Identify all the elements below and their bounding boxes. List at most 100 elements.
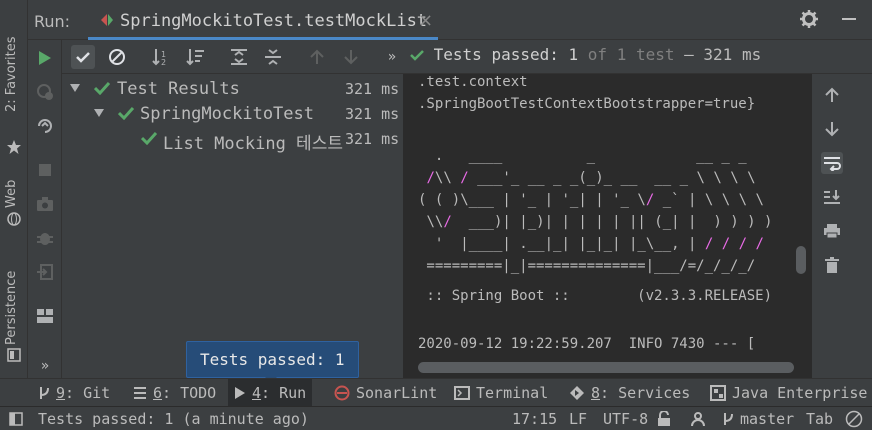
tool-window-bar: 9: Git 6: TODO 4: Run SonarLint Terminal… bbox=[0, 378, 872, 407]
console-horizontal-scrollbar[interactable] bbox=[418, 362, 794, 373]
console-line: ' |____| .__|_| |_|_| |_\__, | / / / / bbox=[434, 236, 764, 252]
svg-text:2: 2 bbox=[161, 58, 166, 66]
console-output[interactable]: .test.context .SpringBootTestContextBoot… bbox=[404, 74, 812, 378]
sort-by-duration-icon[interactable] bbox=[183, 45, 207, 69]
expand-all-icon[interactable] bbox=[227, 45, 251, 69]
indent-setting[interactable]: Tab bbox=[806, 410, 833, 428]
inspector-icon[interactable] bbox=[690, 411, 706, 427]
services-icon bbox=[569, 385, 585, 401]
console-line: .SpringBootTestContextBootstrapper=true} bbox=[418, 96, 756, 112]
rerun-failed-icon bbox=[35, 82, 55, 102]
java-enterprise-tool-button[interactable]: Java Enterprise bbox=[704, 379, 872, 407]
star-icon bbox=[7, 140, 21, 154]
run-tool-button[interactable]: 4: Run bbox=[228, 379, 313, 407]
favorites-tab[interactable]: 2: Favorites bbox=[4, 36, 19, 112]
web-tab[interactable]: Web bbox=[4, 180, 19, 208]
tests-passed-tooltip: Tests passed: 1 bbox=[186, 341, 359, 378]
layout-icon[interactable] bbox=[35, 306, 55, 326]
run-header: Run: SpringMockitoTest.testMockList × bbox=[28, 0, 872, 40]
next-failed-icon bbox=[339, 45, 363, 69]
tests-status-summary: Tests passed: 1 of 1 test – 321 ms bbox=[410, 45, 761, 64]
line-separator[interactable]: LF bbox=[569, 410, 587, 428]
persistence-icon bbox=[7, 348, 21, 362]
terminal-icon bbox=[454, 386, 470, 400]
persistence-tab[interactable]: Persistence bbox=[4, 271, 19, 345]
toggle-auto-test-icon[interactable] bbox=[35, 116, 55, 136]
tree-node-label: Test Results bbox=[117, 79, 240, 99]
debug-bug-icon[interactable] bbox=[35, 228, 55, 248]
test-results-tree: Test Results 321 ms SpringMockitoTest 32… bbox=[62, 74, 404, 378]
show-passed-icon[interactable] bbox=[71, 45, 95, 69]
previous-failed-icon bbox=[305, 45, 329, 69]
more-actions-icon[interactable]: » bbox=[35, 356, 55, 376]
git-tool-button[interactable]: 9: Git bbox=[32, 379, 116, 407]
console-line: =========|_|==============|___/=/_/_/_/ bbox=[418, 258, 756, 274]
console-actions bbox=[812, 74, 872, 378]
services-tool-button[interactable]: 8: Services bbox=[563, 379, 696, 407]
todo-tool-button[interactable]: 6: TODO bbox=[127, 379, 222, 407]
passed-check-icon bbox=[141, 131, 157, 145]
rerun-icon[interactable] bbox=[35, 48, 55, 68]
soft-wrap-icon[interactable] bbox=[821, 152, 843, 174]
tree-node-duration: 321 ms bbox=[345, 130, 400, 148]
console-line: \\/ ___)| |_)| | | | | || (_| | ) ) ) ) bbox=[426, 214, 773, 230]
show-ignored-icon[interactable] bbox=[105, 45, 129, 69]
tree-node-label: List Mocking 테스트 bbox=[163, 134, 343, 154]
gear-icon[interactable] bbox=[800, 10, 818, 28]
tree-node-duration: 321 ms bbox=[345, 105, 400, 123]
scroll-to-end-icon[interactable] bbox=[821, 186, 843, 208]
run-toolbar: » bbox=[28, 40, 62, 378]
stop-icon bbox=[35, 160, 55, 180]
tree-node-label: SpringMockitoTest bbox=[140, 104, 314, 124]
terminal-tool-button[interactable]: Terminal bbox=[448, 379, 554, 407]
file-encoding[interactable]: UTF-8 bbox=[603, 410, 648, 428]
todo-list-icon bbox=[133, 386, 147, 400]
trash-icon[interactable] bbox=[821, 254, 843, 276]
minimize-icon[interactable] bbox=[842, 18, 856, 20]
sonarlint-icon bbox=[334, 385, 350, 401]
run-config-tab[interactable]: SpringMockitoTest.testMockList × bbox=[88, 0, 438, 40]
chevron-down-icon[interactable] bbox=[94, 109, 104, 117]
collapse-all-icon[interactable] bbox=[261, 45, 285, 69]
git-branch-icon bbox=[38, 386, 50, 400]
run-tab-title: SpringMockitoTest.testMockList bbox=[120, 11, 428, 31]
passed-check-icon bbox=[94, 81, 110, 95]
check-icon bbox=[410, 50, 424, 61]
console-vertical-scrollbar[interactable] bbox=[796, 246, 806, 274]
caret-position[interactable]: 17:15 bbox=[512, 410, 557, 428]
print-icon[interactable] bbox=[821, 220, 843, 242]
toolbar-overflow-icon[interactable]: » bbox=[380, 45, 404, 69]
tree-node-test-results[interactable]: Test Results 321 ms bbox=[62, 76, 404, 102]
tree-node-duration: 321 ms bbox=[345, 80, 400, 98]
test-toolbar: 12 » Tests passed: 1 of 1 test – 321 ms bbox=[62, 40, 872, 74]
status-message[interactable]: Tests passed: 1 (a minute ago) bbox=[38, 410, 309, 428]
toggle-tool-windows-icon[interactable] bbox=[9, 412, 23, 426]
lock-icon[interactable] bbox=[657, 411, 671, 427]
sonarlint-tool-button[interactable]: SonarLint bbox=[328, 379, 443, 407]
sort-alphabetically-icon[interactable]: 12 bbox=[149, 45, 173, 69]
test-config-icon bbox=[101, 14, 113, 26]
git-branch[interactable]: master bbox=[740, 410, 794, 428]
console-line: . ____ _ __ _ _ bbox=[418, 148, 747, 164]
status-bar: Tests passed: 1 (a minute ago) 17:15 LF … bbox=[0, 406, 872, 430]
java-enterprise-icon bbox=[710, 385, 726, 401]
import-icon[interactable] bbox=[35, 262, 55, 282]
chevron-down-icon[interactable] bbox=[70, 84, 80, 92]
run-icon bbox=[234, 386, 246, 400]
scroll-down-icon[interactable] bbox=[821, 118, 843, 140]
console-line: ( ( )\___ | '_ | '_| | '_ \/ _` | \ \ \ … bbox=[418, 192, 764, 208]
tree-node-test-method[interactable]: List Mocking 테스트 321 ms bbox=[62, 126, 404, 154]
console-line: :: Spring Boot :: (v2.3.3.RELEASE) bbox=[418, 288, 773, 304]
console-line: .test.context bbox=[418, 74, 528, 90]
close-tab-icon[interactable]: × bbox=[418, 10, 433, 31]
no-events-icon[interactable] bbox=[845, 410, 863, 428]
run-label: Run: bbox=[34, 12, 71, 31]
git-branch-icon bbox=[724, 413, 733, 425]
camera-icon[interactable] bbox=[35, 194, 55, 214]
console-line: /\\ / ___'_ __ _ _(_)_ __ __ _ \ \ \ \ bbox=[426, 170, 756, 186]
scroll-up-icon[interactable] bbox=[821, 84, 843, 106]
tree-node-test-class[interactable]: SpringMockitoTest 321 ms bbox=[62, 101, 404, 127]
globe-icon bbox=[7, 212, 21, 226]
left-tool-strip: 2: Favorites Web Persistence bbox=[0, 0, 28, 378]
passed-check-icon bbox=[118, 106, 134, 120]
